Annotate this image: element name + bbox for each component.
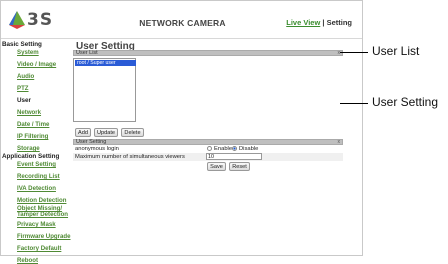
list-item[interactable]: root / Super user [75, 60, 136, 66]
user-list-callout-line [340, 52, 368, 53]
user-list-close-icon[interactable]: x [338, 50, 341, 56]
delete-button[interactable]: Delete [121, 128, 144, 137]
sidebar-item-system[interactable]: System [17, 49, 39, 56]
sidebar-item-ptz[interactable]: PTZ [17, 85, 29, 92]
anonymous-login-row: anonymous login Enable Disable [73, 145, 343, 153]
sidebar-item-video-image[interactable]: Video / Image [17, 61, 56, 68]
sidebar-item-motion-detection[interactable]: Motion Detection [17, 197, 66, 204]
save-button[interactable]: Save [207, 162, 226, 171]
sidebar-item-iva-detection[interactable]: IVA Detection [17, 185, 56, 192]
disable-label: Disable [239, 146, 259, 152]
header-separator: | [322, 18, 325, 27]
disable-radio[interactable] [232, 146, 237, 151]
sidebar-item-event-setting[interactable]: Event Setting [17, 161, 56, 168]
user-list-callout: User List [372, 44, 420, 58]
sidebar-item-network[interactable]: Network [17, 109, 41, 116]
setting-link[interactable]: Setting [327, 18, 352, 27]
sidebar-item-factory-default[interactable]: Factory Default [17, 245, 61, 252]
sidebar-item-user[interactable]: User [17, 97, 31, 104]
sidebar-item-audio[interactable]: Audio [17, 73, 34, 80]
add-button[interactable]: Add [75, 128, 91, 137]
sidebar-item-recording-list[interactable]: Recording List [17, 173, 60, 180]
sidebar-item-tamper-detection[interactable]: Tamper Detection [17, 211, 68, 218]
user-list-header: User List [76, 50, 98, 56]
sidebar-item-date-time[interactable]: Date / Time [17, 121, 49, 128]
header-links: Live View | Setting [286, 18, 352, 27]
sidebar: Basic Setting System Video / Image Audio… [1, 39, 72, 264]
user-list-header-bar: User List x [73, 50, 343, 56]
max-viewers-label: Maximum number of simultaneous viewers [75, 154, 185, 160]
sidebar-item-privacy-mask[interactable]: Privacy Mask [17, 221, 56, 228]
sidebar-item-reboot[interactable]: Reboot [17, 257, 38, 264]
enable-radio[interactable] [207, 146, 212, 151]
anonymous-login-label: anonymous login [75, 146, 119, 152]
sidebar-item-ip-filtering[interactable]: IP Filtering [17, 133, 48, 140]
basic-setting-heading: Basic Setting [2, 41, 42, 48]
sidebar-item-firmware-upgrade[interactable]: Firmware Upgrade [17, 233, 71, 240]
user-listbox[interactable]: root / Super user [73, 58, 136, 122]
max-viewers-input[interactable]: 10 [206, 153, 262, 160]
max-viewers-row: Maximum number of simultaneous viewers 1… [73, 153, 343, 161]
enable-label: Enable [214, 146, 233, 152]
user-setting-callout: User Setting [372, 95, 439, 109]
user-setting-callout-line [340, 103, 368, 104]
update-button[interactable]: Update [94, 128, 118, 137]
sidebar-item-storage[interactable]: Storage [17, 145, 40, 152]
camera-web-ui: 3S NETWORK CAMERA Live View | Setting Ba… [0, 0, 363, 264]
live-view-link[interactable]: Live View [286, 18, 320, 27]
reset-button[interactable]: Reset [229, 162, 250, 171]
application-setting-heading: Application Setting [2, 153, 60, 160]
